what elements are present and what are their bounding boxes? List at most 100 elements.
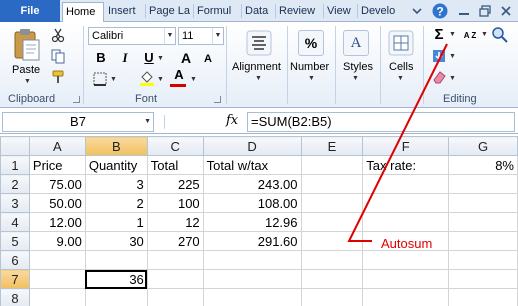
cell-e4[interactable]: [300, 212, 364, 232]
cell-d4[interactable]: 12.96: [202, 212, 302, 232]
font-name-combo[interactable]: Calibri ▼: [88, 27, 176, 45]
cell-e5[interactable]: [300, 231, 364, 251]
cell-f8[interactable]: [362, 288, 450, 306]
minimize-window-icon[interactable]: [456, 3, 472, 19]
file-tab[interactable]: File: [0, 0, 60, 22]
cell-f6[interactable]: [362, 250, 450, 270]
cell-b5[interactable]: 30: [84, 231, 148, 251]
cell-d3[interactable]: 108.00: [202, 193, 302, 213]
cells-button[interactable]: Cells: [389, 61, 413, 73]
tab-developer[interactable]: Develo: [358, 2, 403, 22]
row-header-3[interactable]: 3: [0, 193, 30, 213]
cell-b4[interactable]: 1: [84, 212, 148, 232]
cell-f3[interactable]: [362, 193, 450, 213]
cell-g5[interactable]: [448, 231, 518, 251]
chevron-down-icon[interactable]: ▼: [157, 55, 164, 62]
chevron-down-icon[interactable]: ▼: [164, 28, 175, 44]
cell-c7[interactable]: [146, 269, 204, 289]
restore-window-icon[interactable]: [477, 3, 493, 19]
chevron-down-icon[interactable]: ▼: [144, 113, 151, 131]
cell-g2[interactable]: [448, 174, 518, 194]
clear-eraser-icon[interactable]: [431, 69, 447, 85]
autosum-icon[interactable]: Σ: [431, 25, 447, 43]
fill-down-icon[interactable]: [431, 48, 447, 64]
cell-g8[interactable]: [448, 288, 518, 306]
fill-color-icon[interactable]: [138, 69, 156, 87]
column-header-c[interactable]: C: [146, 136, 204, 156]
insert-function-icon[interactable]: fx: [226, 113, 238, 128]
shrink-font-button[interactable]: A: [200, 51, 216, 69]
cell-g3[interactable]: [448, 193, 518, 213]
minimize-ribbon-icon[interactable]: [409, 3, 425, 19]
chevron-down-icon[interactable]: ▼: [308, 75, 315, 82]
row-header-2[interactable]: 2: [0, 174, 30, 194]
borders-icon[interactable]: [92, 71, 108, 87]
cell-a8[interactable]: [28, 288, 86, 306]
cell-g7[interactable]: [448, 269, 518, 289]
chevron-down-icon[interactable]: ▼: [352, 75, 359, 82]
close-window-icon[interactable]: [498, 3, 514, 19]
row-header-5[interactable]: 5: [0, 231, 30, 251]
cut-icon[interactable]: [50, 27, 66, 43]
cell-b3[interactable]: 2: [84, 193, 148, 213]
chevron-down-icon[interactable]: ▼: [157, 76, 164, 83]
tab-page-layout[interactable]: Page La: [146, 2, 193, 22]
cell-d8[interactable]: [202, 288, 302, 306]
column-header-d[interactable]: D: [202, 136, 302, 156]
chevron-down-icon[interactable]: ▼: [212, 28, 223, 44]
chevron-down-icon[interactable]: ▼: [190, 76, 197, 83]
row-header-7[interactable]: 7: [0, 269, 30, 289]
cell-f2[interactable]: [362, 174, 450, 194]
cell-d2[interactable]: 243.00: [202, 174, 302, 194]
italic-button[interactable]: I: [117, 50, 133, 68]
font-color-button[interactable]: A: [170, 67, 188, 87]
cell-e2[interactable]: [300, 174, 364, 194]
cell-f1[interactable]: Tax rate:: [362, 155, 450, 175]
tab-home[interactable]: Home: [62, 2, 104, 23]
font-dialog-launcher-icon[interactable]: [214, 96, 221, 103]
tab-insert[interactable]: Insert: [105, 2, 145, 22]
number-button[interactable]: Number: [290, 61, 329, 73]
find-select-icon[interactable]: [490, 25, 510, 45]
column-header-e[interactable]: E: [300, 136, 364, 156]
number-format-icon[interactable]: %: [298, 30, 324, 56]
styles-button[interactable]: Styles: [343, 61, 373, 73]
copy-icon[interactable]: [50, 48, 66, 64]
chevron-down-icon[interactable]: ▼: [481, 31, 488, 38]
cell-d5[interactable]: 291.60: [202, 231, 302, 251]
cell-e6[interactable]: [300, 250, 364, 270]
cell-b1[interactable]: Quantity: [84, 155, 148, 175]
row-header-4[interactable]: 4: [0, 212, 30, 232]
clipboard-dialog-launcher-icon[interactable]: [73, 96, 80, 103]
sort-filter-icon[interactable]: A Z: [461, 27, 479, 43]
chevron-down-icon[interactable]: ▼: [255, 75, 262, 82]
cell-f7[interactable]: [362, 269, 450, 289]
cell-e3[interactable]: [300, 193, 364, 213]
cell-e1[interactable]: [300, 155, 364, 175]
format-painter-icon[interactable]: [50, 69, 66, 85]
select-all-corner[interactable]: [0, 136, 30, 156]
cell-b6[interactable]: [84, 250, 148, 270]
bold-button[interactable]: B: [93, 50, 109, 68]
chevron-down-icon[interactable]: ▼: [449, 31, 456, 38]
alignment-icon[interactable]: [246, 30, 272, 56]
row-header-8[interactable]: 8: [0, 288, 30, 306]
cells-icon[interactable]: [388, 30, 414, 56]
chevron-down-icon[interactable]: ▼: [110, 76, 117, 83]
cell-b8[interactable]: [84, 288, 148, 306]
cell-a5[interactable]: 9.00: [28, 231, 86, 251]
cell-c4[interactable]: 12: [146, 212, 204, 232]
cell-b7[interactable]: 36: [84, 269, 148, 289]
cell-c5[interactable]: 270: [146, 231, 204, 251]
font-size-combo[interactable]: 11 ▼: [178, 27, 224, 45]
cell-a4[interactable]: 12.00: [28, 212, 86, 232]
cell-c6[interactable]: [146, 250, 204, 270]
cell-g1[interactable]: 8%: [448, 155, 518, 175]
row-header-1[interactable]: 1: [0, 155, 30, 175]
cell-c8[interactable]: [146, 288, 204, 306]
cell-f4[interactable]: [362, 212, 450, 232]
column-header-f[interactable]: F: [362, 136, 450, 156]
formula-input[interactable]: =SUM(B2:B5): [247, 112, 515, 132]
cell-d1[interactable]: Total w/tax: [202, 155, 302, 175]
row-header-6[interactable]: 6: [0, 250, 30, 270]
